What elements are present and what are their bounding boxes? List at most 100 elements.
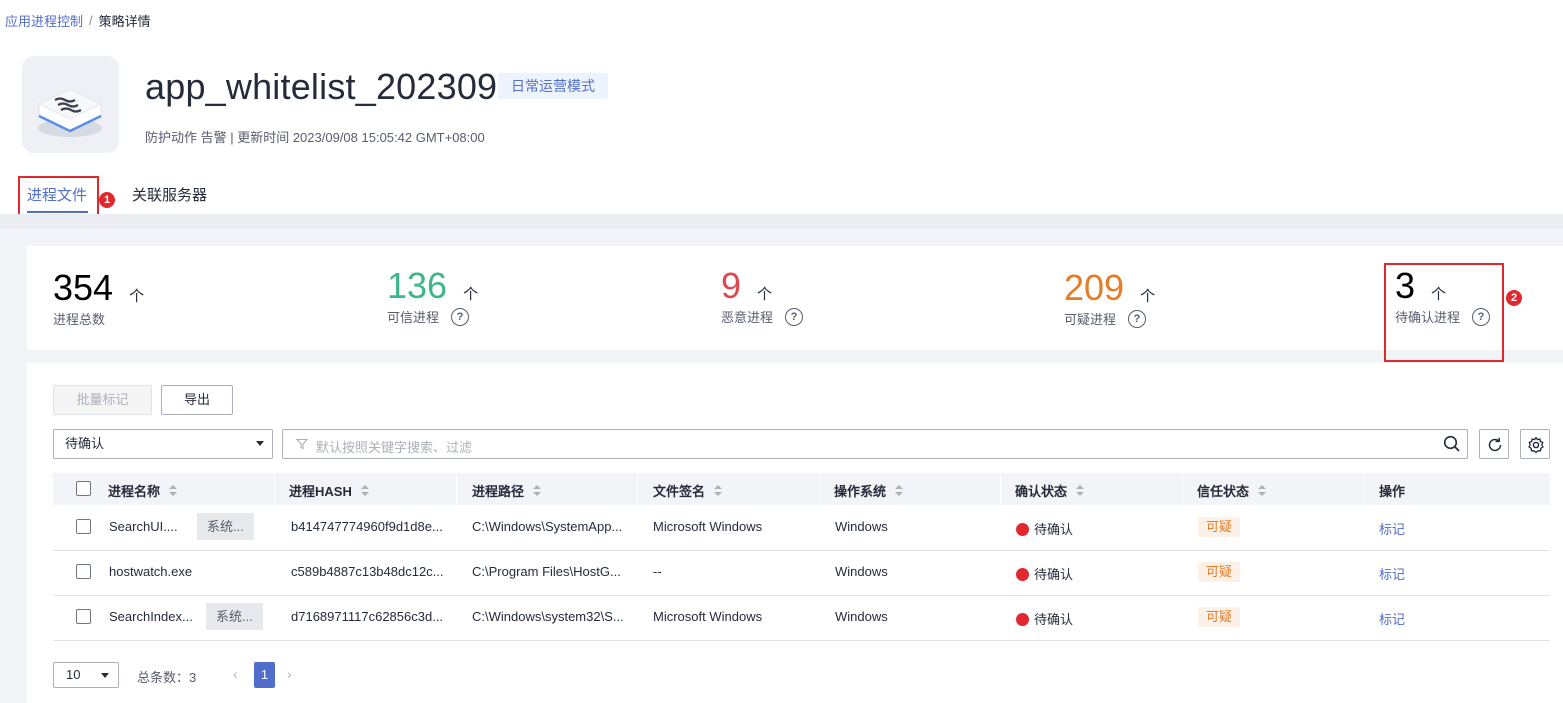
table-row[interactable]: hostwatch.exe c589b4887c13b48dc12c... C:… bbox=[53, 550, 1550, 596]
system-tag: 系统... bbox=[206, 603, 263, 630]
page-title: app_whitelist_202309 bbox=[145, 66, 498, 107]
stat-total-label: 进程总数 bbox=[53, 312, 106, 327]
breadcrumb-app-process-control[interactable]: 应用进程控制 bbox=[5, 11, 83, 30]
stat-suspicious-unit: 个 bbox=[1140, 288, 1156, 306]
column-header-process-path[interactable]: 进程路径 bbox=[472, 481, 542, 500]
export-button[interactable]: 导出 bbox=[161, 385, 233, 415]
confirm-status-cell: 待确认 bbox=[1016, 564, 1073, 583]
sort-icon[interactable] bbox=[169, 484, 178, 497]
sort-icon[interactable] bbox=[1076, 484, 1085, 497]
column-header-confirm-status[interactable]: 确认状态 bbox=[1015, 481, 1085, 500]
breadcrumb-current: 策略详情 bbox=[98, 14, 151, 29]
os-cell: Windows bbox=[835, 564, 888, 579]
refresh-button[interactable] bbox=[1479, 429, 1509, 459]
stat-malicious-value: 9 bbox=[721, 265, 742, 306]
status-dot-icon bbox=[1016, 523, 1029, 536]
column-header-actions: 操作 bbox=[1379, 484, 1406, 499]
process-hash-cell: c589b4887c13b48dc12c... bbox=[291, 564, 444, 579]
confirm-status-select-value: 待确认 bbox=[65, 436, 105, 451]
select-all-checkbox[interactable] bbox=[76, 481, 91, 496]
prev-page-button[interactable]: ‹ bbox=[233, 666, 238, 682]
settings-button[interactable] bbox=[1520, 429, 1550, 459]
batch-mark-button[interactable]: 批量标记 bbox=[53, 385, 152, 415]
column-divider bbox=[1182, 473, 1183, 505]
total-count: 总条数：3 bbox=[137, 670, 197, 685]
stat-malicious: 9个 恶意进程? bbox=[721, 265, 804, 326]
callout-badge-2: 2 bbox=[1506, 290, 1522, 306]
column-divider bbox=[819, 473, 820, 505]
file-signature-cell: Microsoft Windows bbox=[653, 519, 763, 534]
column-divider bbox=[1363, 473, 1364, 505]
confirm-status-cell: 待确认 bbox=[1016, 519, 1073, 538]
mark-link[interactable]: 标记 bbox=[1379, 609, 1405, 628]
question-circle-icon[interactable]: ? bbox=[451, 307, 470, 326]
filter-icon bbox=[296, 438, 308, 450]
system-tag: 系统... bbox=[197, 513, 254, 540]
search-input[interactable]: 默认按照关键字搜索、过滤 bbox=[282, 429, 1468, 459]
trust-status-badge: 可疑 bbox=[1198, 607, 1241, 627]
row-checkbox[interactable] bbox=[76, 609, 91, 624]
process-name-cell: SearchUI.... bbox=[109, 519, 178, 534]
process-name-cell: SearchIndex... bbox=[109, 609, 193, 624]
policy-logo bbox=[22, 56, 119, 153]
stat-total: 354 个 进程总数 bbox=[53, 268, 144, 328]
column-divider bbox=[456, 473, 457, 505]
divider-band bbox=[0, 214, 1563, 229]
file-signature-cell: -- bbox=[653, 564, 662, 579]
column-divider bbox=[274, 473, 275, 505]
next-page-button[interactable]: › bbox=[287, 666, 292, 682]
stat-total-value: 354 bbox=[53, 267, 114, 308]
stat-suspicious-label: 可疑进程 bbox=[1064, 312, 1117, 327]
sort-icon[interactable] bbox=[360, 484, 369, 497]
table-row[interactable]: SearchIndex... 系统... d7168971117c62856c3… bbox=[53, 595, 1550, 641]
stat-total-unit: 个 bbox=[129, 288, 145, 306]
row-checkbox[interactable] bbox=[76, 519, 91, 534]
stat-trusted-unit: 个 bbox=[463, 286, 479, 304]
table-row[interactable]: SearchUI.... 系统... b414747774960f9d1d8e.… bbox=[53, 505, 1550, 551]
sort-icon[interactable] bbox=[1258, 484, 1267, 497]
confirm-status-select[interactable]: 待确认 bbox=[53, 429, 273, 459]
stat-suspicious-value: 209 bbox=[1064, 267, 1125, 308]
process-name-cell: hostwatch.exe bbox=[109, 564, 193, 579]
row-checkbox[interactable] bbox=[76, 564, 91, 579]
column-header-process-name[interactable]: 进程名称 bbox=[108, 481, 178, 500]
column-header-file-signature[interactable]: 文件签名 bbox=[653, 481, 723, 500]
page-size-select[interactable]: 10 bbox=[53, 662, 119, 688]
confirm-status-cell: 待确认 bbox=[1016, 609, 1073, 628]
column-divider bbox=[637, 473, 638, 505]
tab-associated-servers[interactable]: 关联服务器 bbox=[132, 184, 207, 205]
table-header: 进程名称 进程HASH 进程路径 文件签名 操作系统 确认状态 信任状态 操作 bbox=[53, 473, 1550, 505]
process-hash-cell: b414747774960f9d1d8e... bbox=[291, 519, 443, 534]
stat-trusted-value: 136 bbox=[387, 265, 448, 306]
mode-tag: 日常运营模式 bbox=[498, 73, 608, 99]
stat-trusted: 136 个 可信进程? bbox=[387, 266, 478, 326]
search-placeholder: 默认按照关键字搜索、过滤 bbox=[316, 440, 473, 455]
trust-status-badge: 可疑 bbox=[1198, 562, 1241, 582]
server-device-icon bbox=[37, 88, 103, 137]
column-header-process-hash[interactable]: 进程HASH bbox=[289, 481, 369, 500]
trust-status-badge: 可疑 bbox=[1198, 517, 1241, 537]
chevron-down-icon bbox=[101, 673, 109, 678]
file-signature-cell: Microsoft Windows bbox=[653, 609, 763, 624]
process-path-cell: C:\Program Files\HostG... bbox=[472, 564, 621, 579]
sort-icon[interactable] bbox=[895, 484, 904, 497]
stat-trusted-label: 可信进程 bbox=[387, 310, 440, 325]
stat-suspicious: 209 个 可疑进程? bbox=[1064, 268, 1155, 328]
mark-link[interactable]: 标记 bbox=[1379, 519, 1405, 538]
sort-icon[interactable] bbox=[533, 484, 542, 497]
page-1-button[interactable]: 1 bbox=[254, 662, 275, 688]
sort-icon[interactable] bbox=[714, 484, 723, 497]
mark-link[interactable]: 标记 bbox=[1379, 564, 1405, 583]
process-hash-cell: d7168971117c62856c3d... bbox=[291, 609, 444, 624]
column-header-trust-status[interactable]: 信任状态 bbox=[1197, 481, 1267, 500]
stat-malicious-label: 恶意进程 bbox=[721, 310, 774, 325]
question-circle-icon[interactable]: ? bbox=[785, 307, 804, 326]
status-dot-icon bbox=[1016, 613, 1029, 626]
search-icon[interactable] bbox=[1443, 435, 1461, 453]
breadcrumb: 应用进程控制 / 策略详情 bbox=[5, 11, 151, 30]
chevron-down-icon bbox=[256, 441, 264, 446]
status-dot-icon bbox=[1016, 568, 1029, 581]
callout-box-2 bbox=[1384, 263, 1504, 362]
column-header-os[interactable]: 操作系统 bbox=[834, 481, 904, 500]
question-circle-icon[interactable]: ? bbox=[1128, 309, 1147, 328]
